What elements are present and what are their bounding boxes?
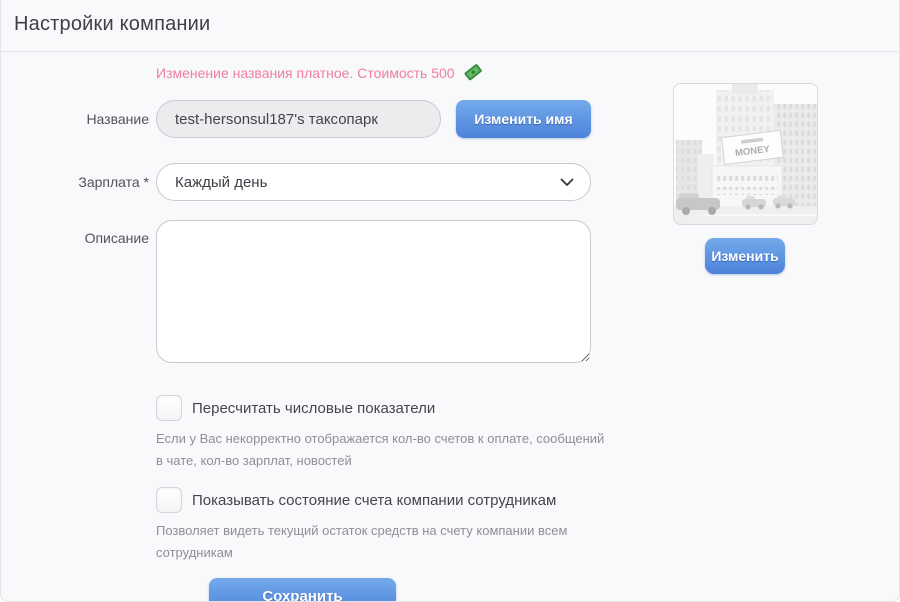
recalc-checkbox-label[interactable]: Пересчитать числовые показатели [192, 400, 435, 417]
description-label: Описание [1, 220, 149, 368]
show-balance-checkbox-row: Показывать состояние счета компании сотр… [156, 487, 899, 513]
recalc-checkbox-row: Пересчитать числовые показатели [156, 395, 899, 421]
company-logo-image: MONEY [673, 83, 818, 225]
rename-cost-notice: Изменение названия платное. Стоимость 50… [156, 64, 899, 82]
rename-button[interactable]: Изменить имя [456, 100, 591, 138]
page-title: Настройки компании [14, 13, 885, 36]
show-balance-checkbox-hint: Позволяет видеть текущий остаток средств… [156, 520, 606, 564]
company-name-input[interactable] [156, 100, 441, 138]
description-textarea[interactable] [156, 220, 591, 363]
recalc-checkbox[interactable] [156, 395, 182, 421]
chevron-down-icon [560, 174, 574, 191]
settings-content: Изменение названия платное. Стоимость 50… [1, 52, 899, 602]
company-settings-page: Настройки компании Изменение названия пл… [0, 0, 900, 602]
recalc-checkbox-hint: Если у Вас некорректно отображается кол-… [156, 428, 606, 472]
banknote-icon [463, 63, 483, 84]
show-balance-checkbox-label[interactable]: Показывать состояние счета компании сотр… [192, 492, 556, 509]
save-button[interactable]: Сохранить [209, 578, 396, 602]
salary-label: Зарплата * [1, 163, 149, 201]
salary-selected-option: Каждый день [175, 174, 560, 191]
salary-select[interactable]: Каждый день [156, 163, 591, 201]
page-header: Настройки компании [1, 0, 899, 52]
change-logo-button[interactable]: Изменить [705, 238, 785, 274]
show-balance-checkbox[interactable] [156, 487, 182, 513]
company-logo-section: MONEY [673, 83, 818, 274]
name-label: Название [1, 100, 149, 138]
rename-cost-notice-text: Изменение названия платное. Стоимость 50… [156, 65, 455, 81]
